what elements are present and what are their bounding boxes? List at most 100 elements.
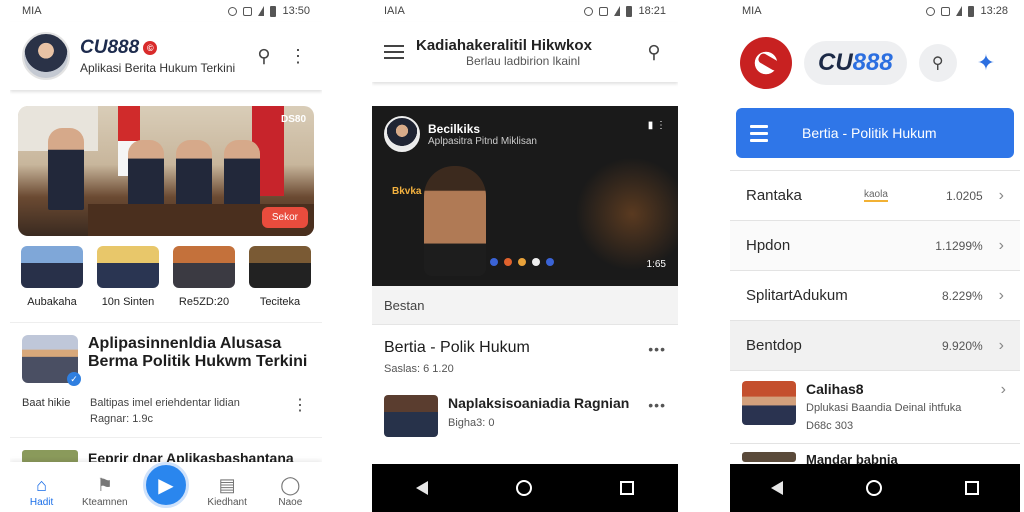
recents-icon[interactable]	[620, 481, 634, 495]
play-fab-button[interactable]: ▶	[142, 462, 189, 508]
category-item[interactable]: Re5ZD:20	[172, 246, 236, 308]
back-icon[interactable]	[771, 481, 784, 495]
carousel-dots[interactable]	[490, 258, 554, 266]
more-horiz-icon[interactable]: •••	[648, 341, 666, 357]
more-horiz-icon[interactable]: •••	[648, 397, 666, 413]
video-overlay-label: Bkvka	[392, 186, 422, 197]
chevron-right-icon: ›	[998, 186, 1004, 204]
clock-text: 13:28	[980, 5, 1008, 17]
more-vert-icon[interactable]: ⋮	[292, 395, 308, 415]
chevron-right-icon: ›	[1000, 381, 1006, 398]
status-bar: IAIA 18:21	[372, 0, 678, 22]
page-title: Kadiahakeralitil Hikwkox	[416, 36, 592, 54]
list-row[interactable]: SplitartAdukum 8.229% ›	[730, 271, 1020, 321]
signal-icon	[614, 6, 621, 16]
alarm-icon	[926, 6, 936, 16]
page-subtitle: Berlau ladbirion lkainl	[465, 53, 581, 68]
phone-screen-article: IAIA 18:21 Kadiahakeralitil Hikwkox Berl…	[372, 0, 678, 512]
notification-icon	[599, 6, 609, 16]
article-card[interactable]: ✓ Aplipasinnenldia Alusasa Berma Politik…	[10, 322, 322, 395]
list-row[interactable]: Hpdon 1.1299% ›	[730, 221, 1020, 271]
banner-label: Bertia - Politik Hukum	[802, 125, 937, 141]
back-icon[interactable]	[416, 481, 428, 495]
channel-avatar[interactable]	[384, 116, 420, 152]
home-circle-icon[interactable]	[865, 480, 882, 496]
list-icon	[750, 124, 768, 142]
signal-icon	[956, 6, 963, 16]
bottom-nav: ⌂ Hadit ⚑ Kteamnen ▶ ▤ Kiedhant ◯ Naoe	[10, 462, 322, 512]
recents-icon[interactable]	[964, 481, 979, 495]
alarm-icon	[228, 6, 238, 16]
info-icon: ◯	[280, 475, 301, 495]
article-card[interactable]: Calihas8 Dplukasi Baandia Deinal ihtfuka…	[730, 371, 1020, 444]
list-row[interactable]: Rantaka kaola 1.0205 ›	[730, 171, 1020, 221]
item-title: Naplaksisoaniadia Ragnian	[448, 395, 630, 411]
list-item[interactable]: Naplaksisoaniadia Ragnian Bigha3: 0 •••	[372, 389, 678, 443]
article-source: Baat hikie	[22, 397, 71, 409]
nav-saved[interactable]: ⚑ Kteamnen	[80, 475, 130, 508]
carrier-text: IAIA	[384, 5, 405, 17]
carrier-text: MIA	[742, 5, 762, 17]
item-meta: Saslas: 6 1.20	[384, 363, 454, 375]
signal-icon	[258, 6, 265, 16]
video-controls-icon[interactable]: ▮ ⋮	[648, 120, 666, 131]
brand-title: CU888 ©	[80, 37, 242, 59]
search-icon[interactable]: ⚲	[642, 40, 666, 64]
hero-tag: DS80	[280, 114, 306, 125]
list-item[interactable]: Bertia - Polik Hukum Saslas: 6 1.20 •••	[372, 324, 678, 389]
brand-logo-icon	[740, 37, 792, 89]
category-item[interactable]: Aubakaha	[20, 246, 84, 308]
app-header: CU 888 ⚲ ✦	[730, 22, 1020, 104]
article-snippet: Dplukasi Baandia Deinal ihtfuka	[806, 402, 962, 414]
system-nav-bar	[372, 464, 678, 512]
article-title: Aplipasinnenldia Alusasa Berma Politik H…	[88, 335, 308, 370]
app-header: Kadiahakeralitil Hikwkox Berlau ladbirio…	[372, 22, 678, 82]
topic-list: Rantaka kaola 1.0205 › Hpdon 1.1299% › S…	[730, 170, 1020, 371]
article-thumbnail	[742, 381, 796, 425]
profile-avatar[interactable]	[22, 32, 70, 80]
app-subtitle: Aplikasi Berita Hukum Terkini	[80, 61, 236, 75]
chevron-right-icon: ›	[998, 336, 1004, 354]
video-duration: 1:65	[646, 259, 666, 270]
hero-news-card[interactable]: DS80 Sekor	[18, 106, 314, 236]
brand-wordmark: CU 888	[804, 41, 907, 85]
status-bar: MIA 13:50	[10, 0, 322, 22]
news-icon: ▤	[218, 475, 236, 495]
battery-icon	[270, 5, 277, 17]
sparkle-icon[interactable]: ✦	[977, 50, 995, 76]
system-nav-bar	[730, 464, 1020, 512]
list-row[interactable]: Bentdop 9.920% ›	[730, 321, 1020, 371]
article-thumbnail: ✓	[22, 335, 81, 386]
item-title: Bertia - Polik Hukum	[384, 339, 530, 356]
more-vert-icon[interactable]: ⋮	[286, 44, 310, 68]
nav-more[interactable]: ◯ Naoe	[265, 475, 315, 508]
category-item[interactable]: Teciteka	[248, 246, 312, 308]
clock-text: 18:21	[638, 5, 666, 17]
nav-news[interactable]: ▤ Kiedhant	[202, 475, 252, 508]
article-snippet: Baltipas imel eriehdentar lidian	[90, 397, 240, 409]
brand-logo-icon: ©	[143, 41, 158, 55]
nav-home[interactable]: ⌂ Hadit	[17, 475, 67, 508]
verified-icon: ✓	[67, 372, 81, 386]
play-icon: ▶	[158, 474, 174, 497]
category-item[interactable]: 10n Sinten	[96, 246, 160, 308]
alarm-icon	[584, 6, 594, 16]
chevron-right-icon: ›	[998, 286, 1004, 304]
search-icon[interactable]: ⚲	[252, 44, 276, 68]
category-banner[interactable]: Bertia - Politik Hukum	[736, 108, 1014, 158]
app-header: CU888 © Aplikasi Berita Hukum Terkini ⚲ …	[10, 22, 322, 90]
clock-text: 13:50	[282, 5, 310, 17]
phone-screen-list: MIA 13:28 CU 888 ⚲ ✦ Bertia - Politik Huk…	[730, 0, 1020, 512]
video-player[interactable]: Becilkiks Aplpasitra Pitnd Miklisan ▮ ⋮ …	[372, 106, 678, 286]
hero-cta-button[interactable]: Sekor	[261, 207, 308, 228]
home-circle-icon[interactable]	[516, 480, 532, 496]
status-bar: MIA 13:28	[730, 0, 1020, 22]
item-meta: Bigha3: 0	[448, 417, 495, 429]
menu-icon[interactable]	[384, 45, 404, 59]
category-strip: Aubakaha 10n Sinten Re5ZD:20 Teciteka	[10, 236, 322, 308]
article-stats: Ragnar: 1.9c	[90, 413, 153, 425]
article-meta: D68c 303	[806, 420, 854, 432]
battery-icon	[626, 5, 633, 17]
home-icon: ⌂	[36, 475, 48, 495]
search-icon[interactable]: ⚲	[918, 44, 957, 82]
